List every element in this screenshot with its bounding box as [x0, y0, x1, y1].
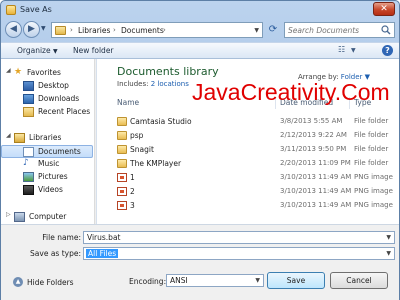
- library-includes: Includes: 2 locations: [117, 80, 189, 88]
- scrollbar-thumb[interactable]: [96, 69, 97, 129]
- collapse-arrow-icon[interactable]: ◢: [6, 67, 11, 74]
- title-bar: Save As ✕: [1, 1, 399, 19]
- address-dropdown-icon[interactable]: ▼: [254, 27, 259, 34]
- sidebar-item-documents[interactable]: Documents: [1, 145, 93, 158]
- sidebar-item-videos[interactable]: Videos: [1, 184, 93, 197]
- documents-icon: [23, 147, 34, 157]
- save-type-label: Save as type:: [30, 249, 81, 258]
- file-name-label: File name:: [42, 233, 81, 242]
- collapse-arrow-icon[interactable]: ◢: [6, 132, 11, 139]
- videos-icon: [23, 185, 34, 195]
- command-toolbar: Organize ▼ New folder ☷ ▼ ?: [1, 42, 399, 59]
- save-type-select[interactable]: All Files ▼: [83, 247, 395, 260]
- star-icon: ★: [14, 67, 23, 77]
- column-header-name[interactable]: Name: [117, 98, 139, 110]
- sidebar-item-computer[interactable]: ▷ Computer: [1, 211, 93, 224]
- png-image-icon: [117, 201, 127, 210]
- expand-arrow-icon[interactable]: ▷: [6, 211, 11, 218]
- view-options-icon[interactable]: ☷: [338, 45, 345, 54]
- chevron-up-icon: ▲: [13, 277, 23, 287]
- sidebar-item-pictures[interactable]: Pictures: [1, 171, 93, 184]
- view-dropdown-icon[interactable]: ▼: [351, 47, 356, 54]
- locations-link[interactable]: 2 locations: [151, 80, 189, 88]
- png-image-icon: [117, 187, 127, 196]
- file-row[interactable]: Camtasia Studio 3/8/2013 5:55 AM File fo…: [113, 116, 395, 127]
- file-row[interactable]: The KMPlayer 2/20/2013 11:09 PM File fol…: [113, 158, 395, 169]
- pictures-icon: [23, 172, 34, 182]
- back-button[interactable]: ◀: [5, 21, 22, 38]
- folder-icon: [117, 159, 127, 168]
- search-input[interactable]: [288, 24, 380, 36]
- chevron-down-icon[interactable]: ▼: [386, 250, 391, 257]
- sidebar-item-favorites[interactable]: ◢ ★ Favorites: [1, 67, 93, 80]
- sidebar-item-desktop[interactable]: Desktop: [1, 80, 93, 93]
- search-icon[interactable]: [381, 25, 391, 35]
- refresh-icon[interactable]: ⟳: [265, 22, 281, 38]
- chevron-down-icon[interactable]: ▼: [255, 277, 260, 284]
- dialog-title: Save As: [20, 5, 52, 14]
- watermark: JavaCreativity.Com: [192, 79, 390, 105]
- chevron-down-icon: ▼: [53, 48, 58, 55]
- file-row[interactable]: 3 3/10/2013 11:49 AM PNG image: [113, 200, 395, 211]
- chevron-right-icon[interactable]: ›: [113, 26, 116, 34]
- sidebar-item-downloads[interactable]: Downloads: [1, 93, 93, 106]
- file-row[interactable]: psp 2/12/2013 9:22 AM File folder: [113, 130, 395, 141]
- downloads-icon: [23, 94, 34, 104]
- sidebar-item-music[interactable]: ♪ Music: [1, 158, 93, 171]
- recent-places-icon: [23, 107, 34, 117]
- computer-icon: [14, 212, 25, 222]
- file-row[interactable]: 2 3/10/2013 11:49 AM PNG image: [113, 186, 395, 197]
- address-bar[interactable]: › Libraries › Documents › ▼: [51, 22, 263, 38]
- save-form: File name: Virus.bat ▼ Save as type: All…: [1, 224, 399, 264]
- navigation-scrollbar[interactable]: [94, 59, 97, 224]
- chevron-down-icon[interactable]: ▼: [386, 234, 391, 241]
- encoding-label: Encoding:: [129, 277, 167, 286]
- sidebar-item-libraries[interactable]: ◢ Libraries: [1, 132, 93, 145]
- libraries-icon: [14, 133, 25, 143]
- folder-icon: [117, 145, 127, 154]
- folder-icon: [55, 26, 66, 35]
- forward-button[interactable]: ▶: [23, 21, 40, 38]
- png-image-icon: [117, 173, 127, 182]
- dialog-footer: ▲ Hide Folders Encoding: ANSI ▼ Save Can…: [1, 264, 399, 300]
- desktop-icon: [23, 81, 34, 91]
- new-folder-button[interactable]: New folder: [73, 46, 114, 55]
- file-name-field[interactable]: Virus.bat ▼: [83, 231, 395, 244]
- history-dropdown-icon[interactable]: ▼: [41, 25, 46, 32]
- save-button[interactable]: Save: [267, 272, 325, 289]
- close-button[interactable]: ✕: [373, 2, 395, 16]
- encoding-select[interactable]: ANSI ▼: [166, 274, 264, 287]
- chevron-right-icon[interactable]: ›: [70, 26, 73, 34]
- search-box[interactable]: [284, 22, 395, 38]
- dialog-icon: [6, 5, 16, 15]
- save-as-dialog: Save As ✕ ◀ ▶ ▼ › Libraries › Documents …: [0, 0, 400, 300]
- navigation-pane: ◢ ★ Favorites Desktop Downloads Recent P…: [1, 59, 97, 224]
- navigation-bar: ◀ ▶ ▼ › Libraries › Documents › ▼ ⟳: [1, 19, 399, 42]
- folder-icon: [117, 117, 127, 126]
- library-title: Documents library: [117, 65, 219, 78]
- sidebar-item-recent-places[interactable]: Recent Places: [1, 106, 93, 119]
- help-icon[interactable]: ?: [382, 45, 393, 56]
- breadcrumb-documents[interactable]: Documents: [121, 26, 164, 35]
- breadcrumb-libraries[interactable]: Libraries: [78, 26, 110, 35]
- music-icon: ♪: [23, 158, 29, 168]
- organize-button[interactable]: Organize ▼: [17, 46, 58, 55]
- file-row[interactable]: 1 3/10/2013 11:49 AM PNG image: [113, 172, 395, 183]
- cancel-button[interactable]: Cancel: [330, 272, 388, 289]
- chevron-right-icon[interactable]: ›: [163, 26, 166, 34]
- folder-icon: [117, 131, 127, 140]
- file-row[interactable]: Snagit 3/11/2013 9:50 PM File folder: [113, 144, 395, 155]
